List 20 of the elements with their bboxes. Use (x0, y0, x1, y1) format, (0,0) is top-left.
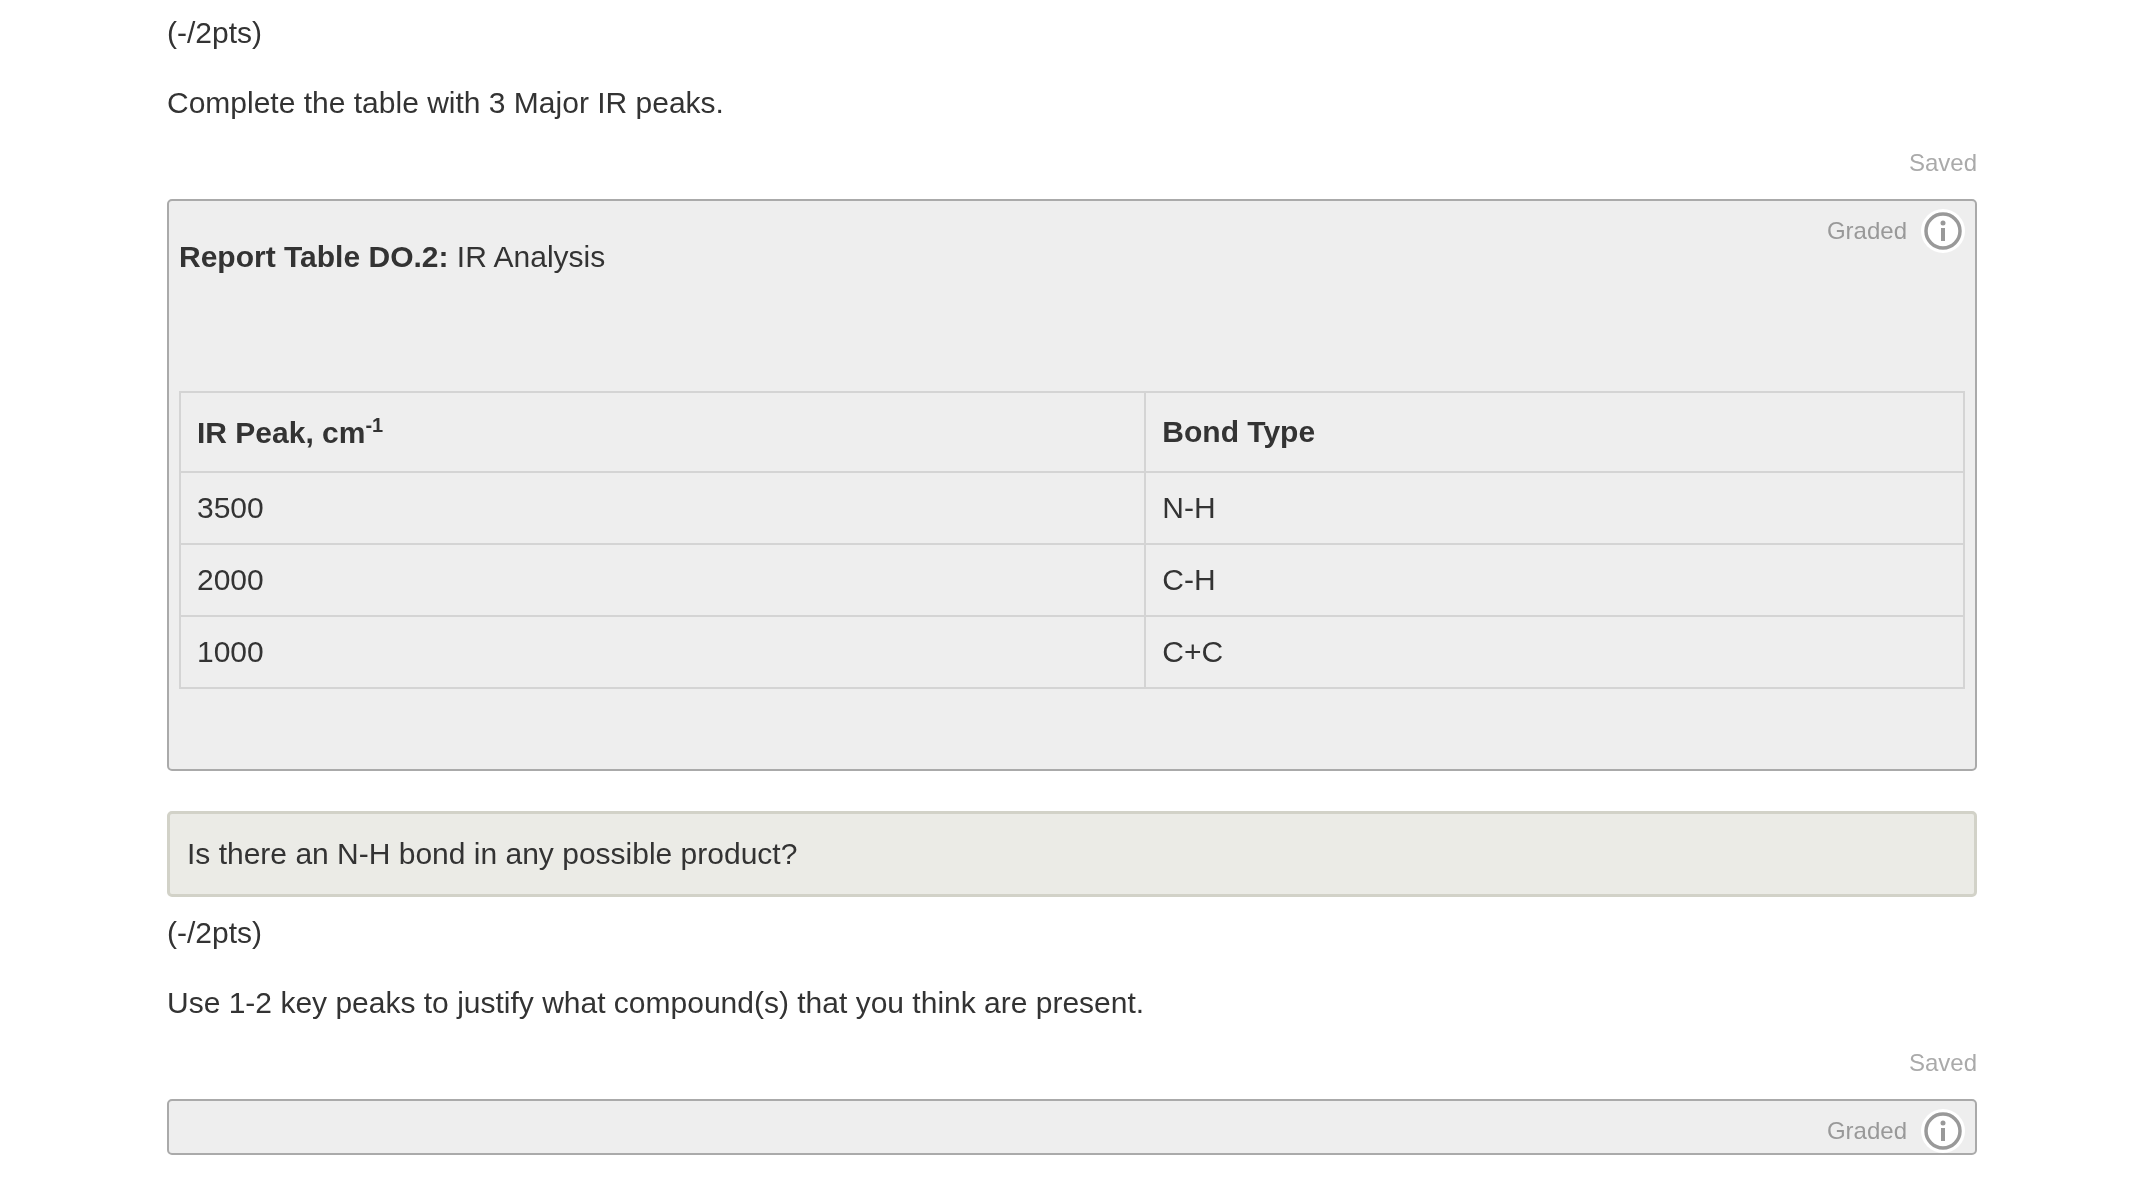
question-banner: Is there an N-H bond in any possible product? (167, 811, 1977, 897)
question-prompt: Use 1-2 key peaks to justify what compound(s) that you think are present. (167, 985, 1146, 1021)
save-status: Saved (1907, 1048, 1977, 1078)
info-icon[interactable] (1921, 1109, 1965, 1153)
points-label: (-/2pts) (167, 915, 263, 951)
table-cell: C+C (1145, 616, 1964, 688)
table-cell: 2000 (180, 544, 1146, 616)
save-status: Saved (1907, 148, 1977, 178)
points-label: (-/2pts) (167, 15, 263, 51)
question-prompt: Complete the table with 3 Major IR peaks. (167, 85, 725, 121)
table-cell: 3500 (180, 472, 1146, 544)
table-cell: 1000 (180, 616, 1146, 688)
column-header: Bond Type (1145, 392, 1964, 472)
column-header: IR Peak, cm$^{-1}$ (180, 392, 1146, 472)
table-cell: C-H (1145, 544, 1964, 616)
table-cell: N-H (1145, 472, 1964, 544)
table-title: Report Table DO.2: IR Analysis (179, 239, 607, 275)
info-icon[interactable] (1921, 209, 1965, 253)
graded-label: Graded (1826, 1117, 1907, 1145)
graded-label: Graded (1826, 217, 1907, 245)
